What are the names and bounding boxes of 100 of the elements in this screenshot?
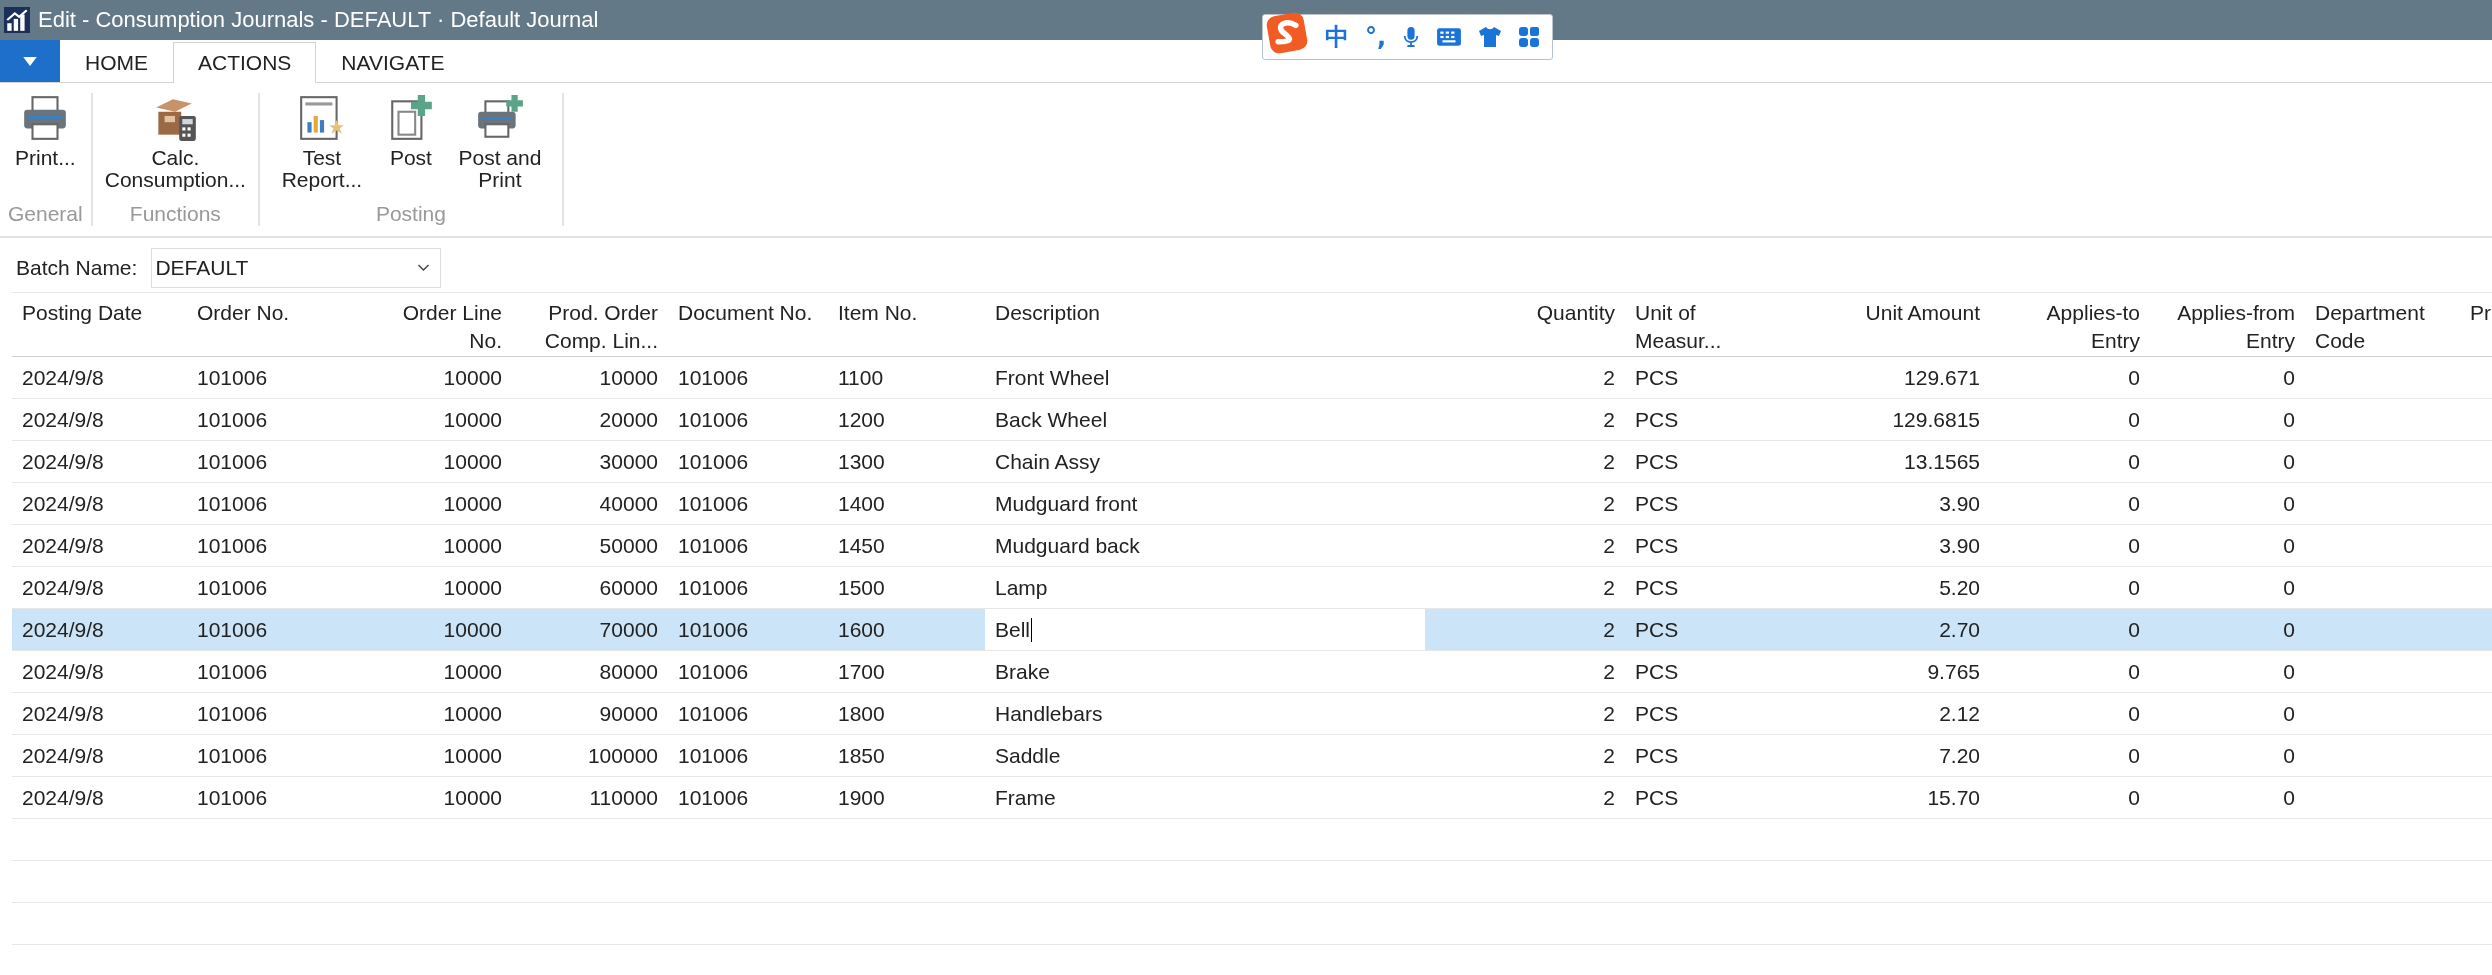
table-cell-text: 2 <box>1602 617 1616 642</box>
table-cell-text: 80000 <box>598 659 659 684</box>
ribbon-action-button[interactable]: Print... <box>11 93 80 202</box>
shirt-icon[interactable] <box>1478 26 1503 48</box>
table-cell-text: 2024/9/8 <box>21 701 105 726</box>
table-cell-text: 0 <box>2282 449 2296 474</box>
column-header[interactable]: Unit Amount <box>1745 299 1990 327</box>
ribbon-action-button[interactable]: Test Report... <box>267 93 376 202</box>
column-header[interactable]: Order No. <box>187 299 360 327</box>
table-cell-text: 2 <box>1602 575 1616 600</box>
table-cell-text: Front Wheel <box>994 365 1111 390</box>
table-cell-text: Back Wheel <box>994 407 1109 432</box>
table-cell-text: 10000 <box>442 575 503 600</box>
table-cell-text: 0 <box>2127 407 2141 432</box>
ribbon-action-button[interactable]: Post and Print <box>445 93 554 202</box>
column-header[interactable]: Description <box>985 299 1425 327</box>
table-cell-text: 2024/9/8 <box>21 617 105 642</box>
table-cell-text: 60000 <box>598 575 659 600</box>
table-cell-text: 101006 <box>677 743 750 768</box>
table-cell-text: 10000 <box>442 449 503 474</box>
selected-row-highlight[interactable]: 2024/9/8 101006 10000 70000 101006 1600 Bell 2 PCS 2.70 0 0 <box>12 609 2492 651</box>
table-cell-text: 1800 <box>837 701 886 726</box>
table-cell-text: 10000 <box>442 701 503 726</box>
table-cell-text: 101006 <box>677 575 750 600</box>
table-cell-text: 0 <box>2127 449 2141 474</box>
ime-mode-button[interactable]: °, <box>1365 23 1387 51</box>
table-cell-text: 1100 <box>837 365 885 390</box>
column-header[interactable]: Posting Date <box>12 299 187 327</box>
chevron-down-icon <box>417 264 431 272</box>
table-cell-text: 101006 <box>196 701 269 726</box>
table-cell-text: Mudguard back <box>994 533 1141 558</box>
table-cell-text: 0 <box>2282 785 2296 810</box>
ribbon-group-label: General <box>8 202 83 226</box>
ribbon-action-button[interactable]: Post <box>381 93 440 202</box>
table-cell-text: 40000 <box>598 491 659 516</box>
column-header[interactable]: Item No. <box>828 299 985 327</box>
column-header[interactable]: Unit of Measur... <box>1625 299 1745 355</box>
table-cell-text: 13.1565 <box>1903 449 1981 474</box>
table-cell-text: 15.70 <box>1926 785 1981 810</box>
table-cell-text: 0 <box>2282 365 2296 390</box>
ime-mode-button[interactable]: 中 <box>1325 21 1349 53</box>
table-cell-text: 30000 <box>598 449 659 474</box>
column-header[interactable]: Order Line No. <box>360 299 512 355</box>
table-cell-text: 2 <box>1602 449 1616 474</box>
table-cell-text: 0 <box>2282 491 2296 516</box>
ribbon-action-button[interactable]: Calc. Consumption... <box>100 93 250 202</box>
column-header[interactable]: Department Code <box>2305 299 2460 355</box>
table-cell-text: PCS <box>1634 365 1680 390</box>
table-cell-text: 110000 <box>588 785 659 810</box>
table-cell-text: 0 <box>2127 491 2141 516</box>
table-cell-text: 2 <box>1602 785 1616 810</box>
ribbon-group-label: Functions <box>129 202 221 226</box>
table-cell-text: 101006 <box>196 659 269 684</box>
table-cell-text: 101006 <box>677 701 750 726</box>
microphone-icon[interactable] <box>1402 25 1421 49</box>
keyboard-icon[interactable] <box>1436 27 1463 47</box>
table-cell-text: 2024/9/8 <box>21 575 105 600</box>
column-header[interactable]: Applies-to Entry <box>1990 299 2150 355</box>
table-cell-text: 2024/9/8 <box>21 365 105 390</box>
column-header[interactable]: Pr <box>2460 299 2492 327</box>
table-cell-text: 2.12 <box>1938 701 1981 726</box>
table-cell-text: 0 <box>2127 365 2141 390</box>
table-cell-text: 0 <box>2282 407 2296 432</box>
column-header[interactable]: Prod. Order Comp. Lin... <box>512 299 668 355</box>
table-cell-text: 2 <box>1602 491 1616 516</box>
table-cell-text: 2024/9/8 <box>21 407 105 432</box>
table-cell-text: 101006 <box>677 491 750 516</box>
table-cell-text: Frame <box>994 785 1057 810</box>
menu-dropdown-button[interactable] <box>0 40 60 82</box>
table-cell-text: 101006 <box>196 407 269 432</box>
description-input-field[interactable]: Bell <box>985 609 1425 650</box>
column-header[interactable]: Quantity <box>1425 299 1625 327</box>
table-cell-text: 10000 <box>442 407 503 432</box>
table-cell-text: 101006 <box>196 533 269 558</box>
table-cell-text: 10000 <box>442 365 503 390</box>
column-header[interactable]: Document No. <box>668 299 828 327</box>
table-cell-text: 0 <box>2127 659 2141 684</box>
table-cell-text: 2 <box>1602 659 1616 684</box>
table-cell-text: 100000 <box>586 743 659 768</box>
table-cell-text: 101006 <box>196 365 269 390</box>
table-cell-text: Handlebars <box>994 701 1104 726</box>
apps-icon[interactable] <box>1518 26 1541 48</box>
table-cell-text: 101006 <box>196 617 269 642</box>
table-cell-text: Mudguard front <box>994 491 1139 516</box>
table-cell-text: 0 <box>2282 743 2296 768</box>
table-cell-text: 101006 <box>677 365 750 390</box>
table-cell-text: 90000 <box>598 701 659 726</box>
table-cell-text: 101006 <box>677 533 750 558</box>
column-header[interactable]: Applies-from Entry <box>2150 299 2305 355</box>
table-cell-text: PCS <box>1634 533 1680 558</box>
table-cell-text: 101006 <box>677 407 750 432</box>
table-cell-text: PCS <box>1634 407 1680 432</box>
table-cell-text: 10000 <box>598 365 659 390</box>
table-cell-text: 1450 <box>837 533 886 558</box>
table-cell-text: 10000 <box>442 617 503 642</box>
batch-name-dropdown[interactable]: DEFAULT <box>151 248 442 288</box>
table-cell-text: 1200 <box>837 407 886 432</box>
table-cell-text: PCS <box>1634 701 1680 726</box>
ribbon-tab[interactable]: ACTIONS <box>173 42 317 83</box>
table-cell-text: Lamp <box>994 575 1049 600</box>
